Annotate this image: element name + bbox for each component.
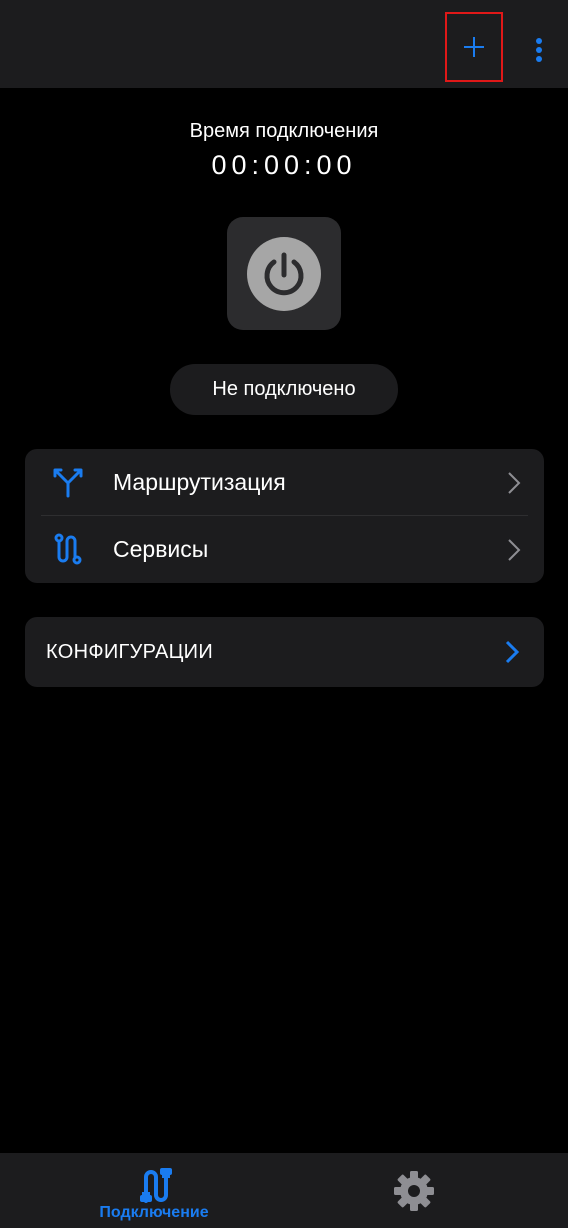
more-vertical-icon <box>536 38 542 62</box>
chevron-right-icon <box>508 539 521 561</box>
connection-status-text: Не подключено <box>212 378 356 400</box>
menu-item-routing[interactable]: Маршрутизация <box>25 449 544 516</box>
connection-icon <box>140 1168 172 1203</box>
tab-settings[interactable] <box>384 1161 444 1221</box>
power-icon <box>247 236 321 311</box>
more-options-button[interactable] <box>522 28 556 72</box>
menu-item-services[interactable]: Сервисы <box>25 516 544 583</box>
menu-item-label: Сервисы <box>113 536 209 562</box>
chevron-right-icon <box>505 640 520 664</box>
connection-time-value: 00:00:00 <box>211 150 357 180</box>
plus-icon <box>464 37 484 57</box>
power-button[interactable] <box>227 217 341 330</box>
routing-icon <box>53 468 83 498</box>
connection-time-label: Время подключения <box>189 120 379 142</box>
gear-icon <box>394 1171 434 1211</box>
configurations-card[interactable]: КОНФИГУРАЦИИ <box>25 617 544 687</box>
top-app-bar <box>0 0 568 88</box>
configurations-label: КОНФИГУРАЦИИ <box>46 641 214 663</box>
tab-connection[interactable]: Подключение <box>84 1153 224 1228</box>
menu-item-label: Маршрутизация <box>113 469 286 495</box>
chevron-right-icon <box>508 472 521 494</box>
menu-card: Маршрутизация Сервисы <box>25 449 544 583</box>
bottom-navigation: Подключение <box>0 1153 568 1228</box>
add-button[interactable] <box>445 12 503 82</box>
tab-connection-label: Подключение <box>99 1204 209 1221</box>
services-icon <box>54 533 82 565</box>
connection-status-badge: Не подключено <box>170 364 398 415</box>
